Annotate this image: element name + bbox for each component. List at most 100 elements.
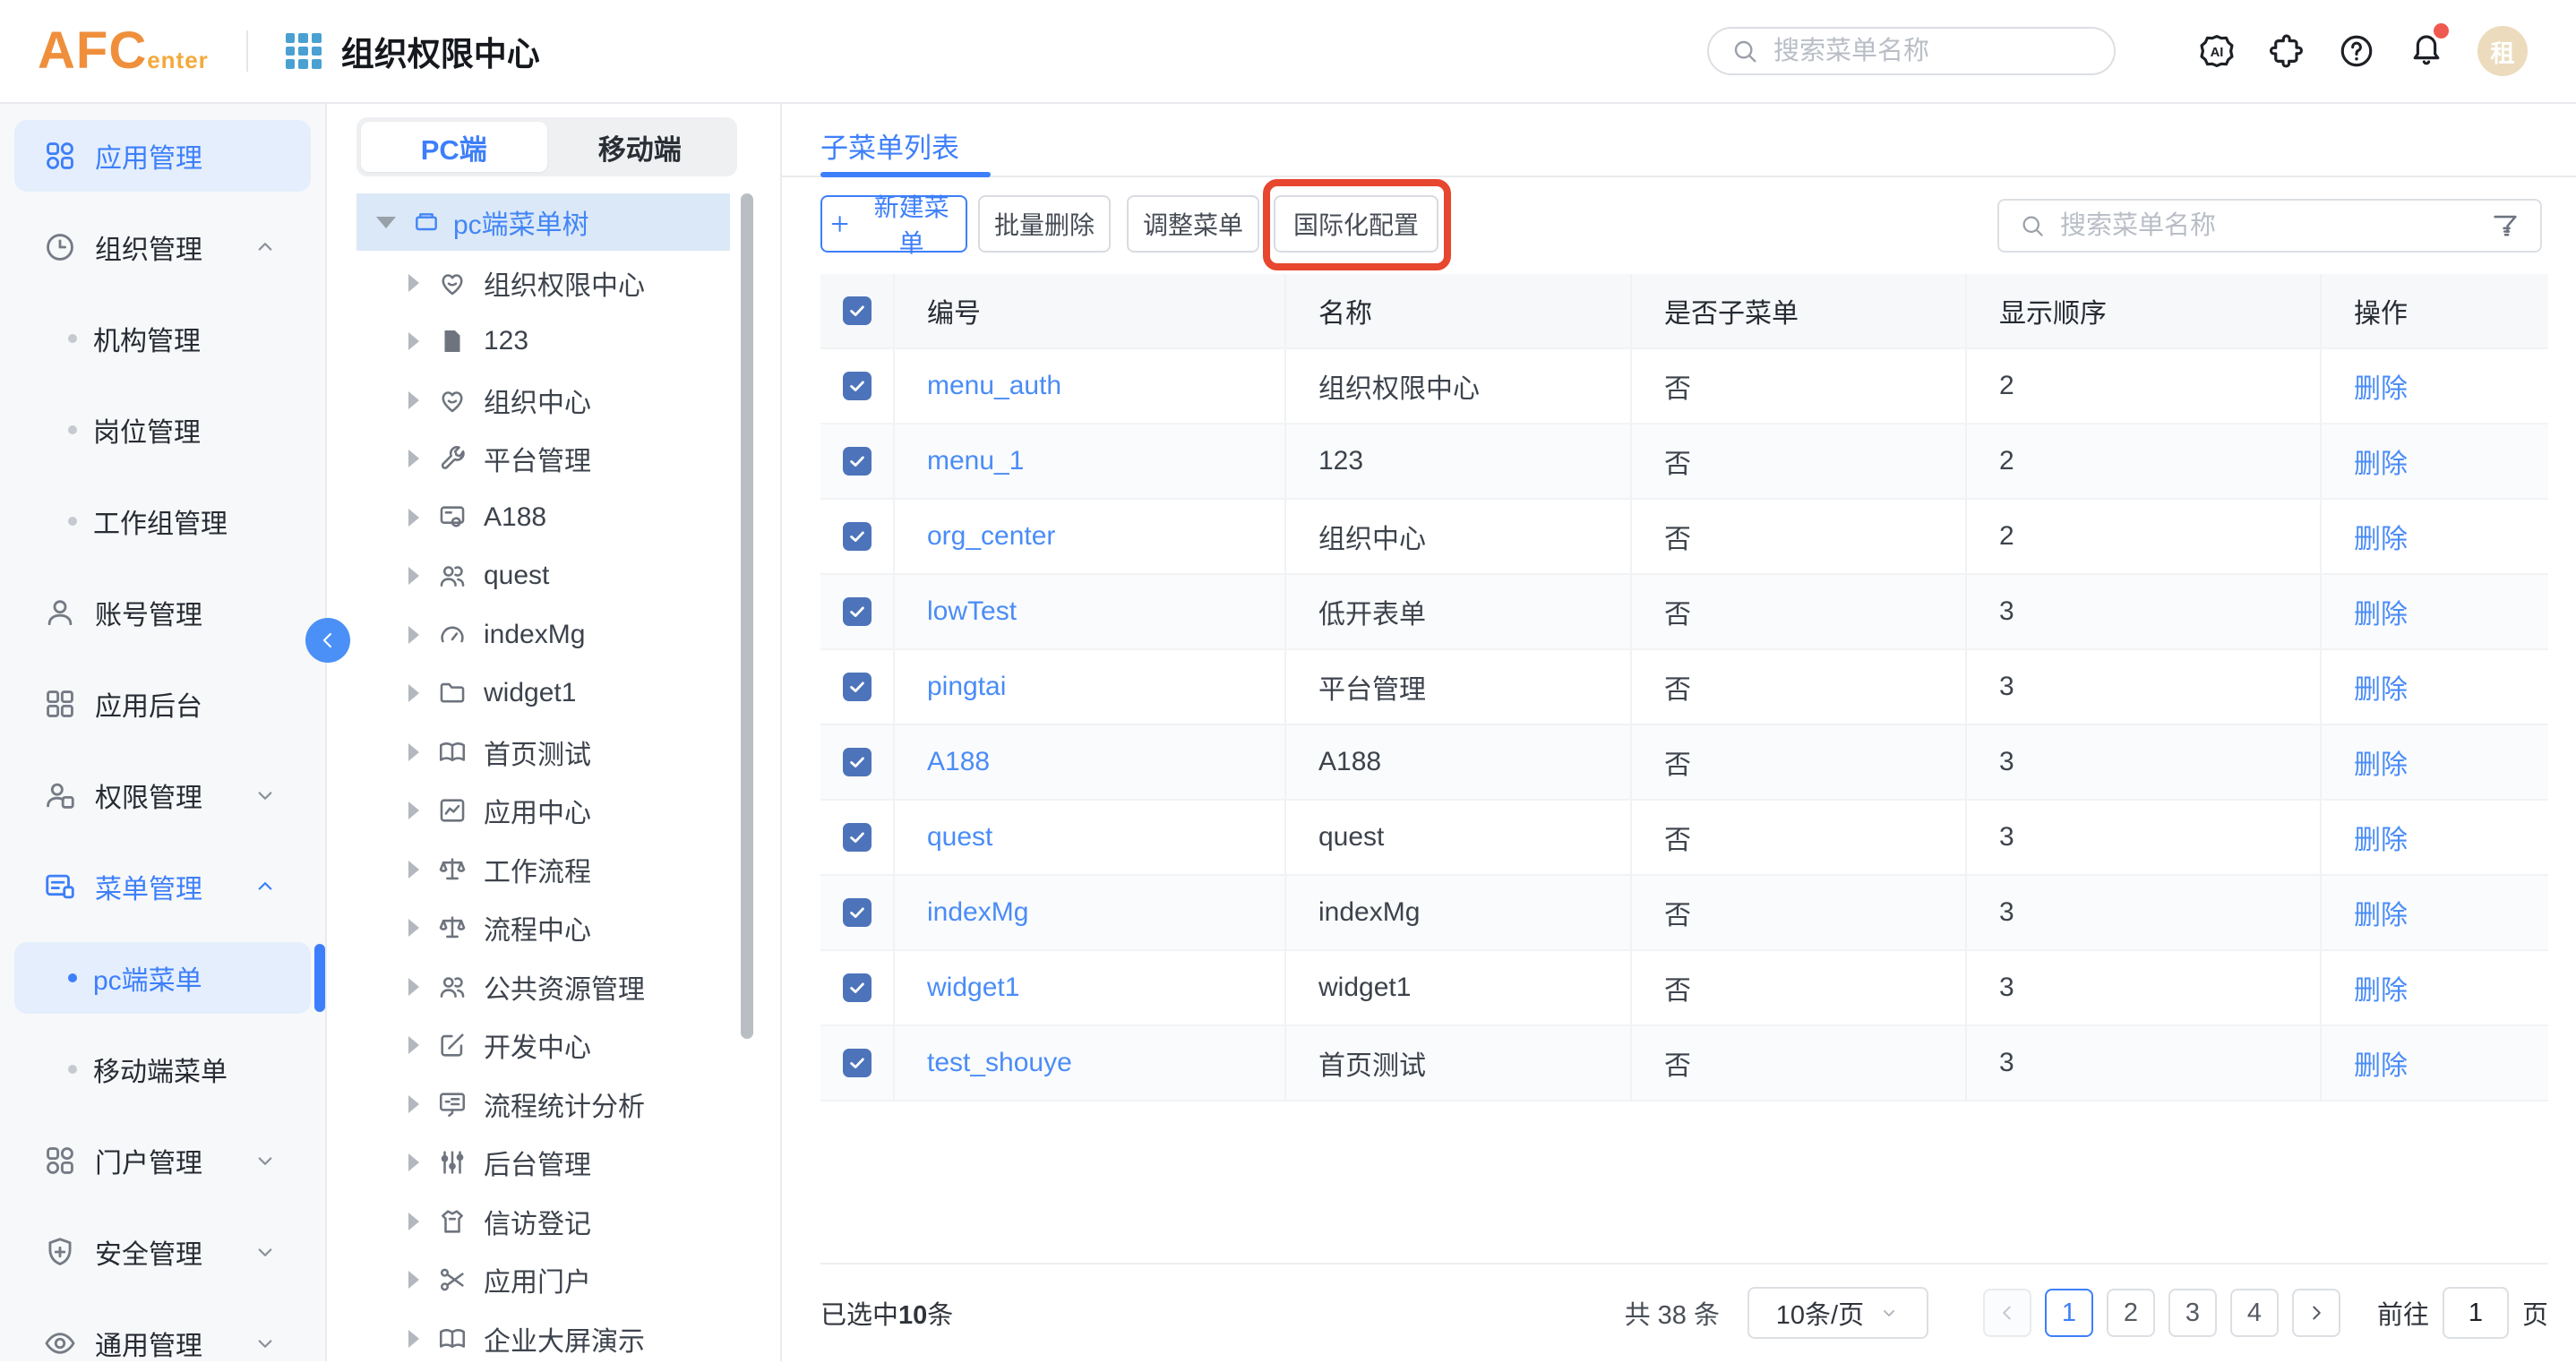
tree-item-14[interactable]: 流程统计分析 (356, 1075, 742, 1134)
caret-right-icon[interactable] (408, 861, 419, 879)
tree-item-8[interactable]: 首页测试 (356, 723, 742, 782)
tab-pc[interactable]: PC端 (361, 122, 547, 172)
tree-item-0[interactable]: 组织权限中心 (356, 253, 742, 313)
row-delete-link[interactable]: 删除 (2354, 968, 2408, 1007)
filter-funnel-icon[interactable] (2490, 210, 2520, 241)
ai-assistant-icon[interactable]: AI (2198, 32, 2236, 70)
caret-right-icon[interactable] (408, 1271, 419, 1289)
caret-right-icon[interactable] (408, 1036, 419, 1054)
row-checkbox-cell[interactable] (820, 725, 893, 799)
caret-right-icon[interactable] (408, 1153, 419, 1171)
caret-right-icon[interactable] (408, 450, 419, 467)
checkbox-checked[interactable] (843, 372, 872, 400)
caret-right-icon[interactable] (408, 509, 419, 527)
caret-right-icon[interactable] (408, 1213, 419, 1230)
caret-right-icon[interactable] (408, 743, 419, 761)
row-checkbox-cell[interactable] (820, 424, 893, 498)
row-code-link[interactable]: lowTest (927, 596, 1017, 627)
table-search-input[interactable] (2058, 210, 2490, 242)
sidebar-item-2[interactable]: 机构管理 (0, 293, 325, 384)
checkbox-checked[interactable] (843, 447, 872, 476)
tree-item-15[interactable]: 后台管理 (356, 1134, 742, 1193)
checkbox-checked[interactable] (843, 973, 872, 1002)
goto-page-input[interactable] (2443, 1287, 2509, 1339)
tree-scrollbar[interactable] (741, 193, 753, 1039)
tree-item-3[interactable]: 平台管理 (356, 430, 742, 489)
tab-mobile[interactable]: 移动端 (547, 122, 734, 172)
row-code-link[interactable]: menu_auth (927, 371, 1061, 401)
row-delete-link[interactable]: 删除 (2354, 441, 2408, 481)
caret-right-icon[interactable] (408, 332, 419, 350)
caret-right-icon[interactable] (408, 626, 419, 644)
tree-item-4[interactable]: A188 (356, 488, 742, 547)
row-delete-link[interactable]: 删除 (2354, 742, 2408, 782)
row-code-link[interactable]: indexMg (927, 897, 1028, 928)
page-button-4[interactable]: 4 (2230, 1289, 2279, 1337)
sidebar-item-11[interactable]: 门户管理 (0, 1115, 325, 1206)
user-avatar[interactable]: 租 (2477, 26, 2528, 76)
tree-item-10[interactable]: 工作流程 (356, 840, 742, 899)
page-button-2[interactable]: 2 (2107, 1289, 2155, 1337)
row-checkbox-cell[interactable] (820, 349, 893, 423)
row-delete-link[interactable]: 删除 (2354, 517, 2408, 556)
row-code-link[interactable]: quest (927, 822, 992, 853)
tree-item-7[interactable]: widget1 (356, 664, 742, 724)
sidebar-item-1[interactable]: 组织管理 (0, 201, 325, 293)
caret-right-icon[interactable] (408, 1095, 419, 1113)
checkbox-checked[interactable] (843, 898, 872, 927)
table-search[interactable] (1997, 199, 2542, 253)
batch-delete-button[interactable]: 批量删除 (978, 195, 1111, 253)
sidebar-item-9[interactable]: pc端菜单 (0, 932, 325, 1024)
caret-right-icon[interactable] (408, 274, 419, 292)
tree-item-13[interactable]: 开发中心 (356, 1016, 742, 1076)
checkbox-checked[interactable] (843, 673, 872, 701)
tree-item-18[interactable]: 企业大屏演示 (356, 1309, 742, 1363)
row-checkbox-cell[interactable] (820, 801, 893, 874)
global-search-input[interactable] (1772, 36, 2092, 67)
checkbox-checked[interactable] (843, 296, 872, 325)
tree-item-9[interactable]: 应用中心 (356, 782, 742, 841)
page-size-select[interactable]: 10条/页 (1747, 1287, 1928, 1339)
row-delete-link[interactable]: 删除 (2354, 893, 2408, 932)
caret-right-icon[interactable] (408, 1330, 419, 1348)
caret-right-icon[interactable] (408, 684, 419, 702)
notification-bell[interactable] (2408, 30, 2445, 73)
sidebar-item-6[interactable]: 应用后台 (0, 658, 325, 750)
sidebar-item-12[interactable]: 安全管理 (0, 1206, 325, 1298)
global-search[interactable] (1707, 27, 2116, 75)
tree-item-5[interactable]: quest (356, 547, 742, 606)
row-checkbox-cell[interactable] (820, 500, 893, 573)
create-menu-button[interactable]: 新建菜单 (820, 195, 967, 253)
row-code-link[interactable]: pingtai (927, 672, 1006, 702)
row-delete-link[interactable]: 删除 (2354, 1043, 2408, 1083)
tree-item-17[interactable]: 应用门户 (356, 1251, 742, 1310)
sidebar-item-10[interactable]: 移动端菜单 (0, 1024, 325, 1115)
checkbox-checked[interactable] (843, 823, 872, 852)
checkbox-checked[interactable] (843, 748, 872, 776)
sidebar-item-4[interactable]: 工作组管理 (0, 476, 325, 567)
sidebar-item-3[interactable]: 岗位管理 (0, 384, 325, 476)
row-delete-link[interactable]: 删除 (2354, 818, 2408, 857)
sidebar-collapse-button[interactable] (305, 618, 350, 663)
page-button-3[interactable]: 3 (2168, 1289, 2217, 1337)
checkbox-checked[interactable] (843, 597, 872, 626)
caret-right-icon[interactable] (408, 978, 419, 996)
i18n-config-button[interactable]: 国际化配置 (1274, 195, 1438, 253)
adjust-menu-button[interactable]: 调整菜单 (1127, 195, 1259, 253)
next-page-button[interactable] (2292, 1289, 2340, 1337)
row-checkbox-cell[interactable] (820, 951, 893, 1024)
row-checkbox-cell[interactable] (820, 575, 893, 648)
row-code-link[interactable]: widget1 (927, 973, 1019, 1003)
row-delete-link[interactable]: 删除 (2354, 366, 2408, 406)
tree-item-16[interactable]: 信访登记 (356, 1192, 742, 1251)
tree-item-1[interactable]: 123 (356, 313, 742, 372)
tree-item-11[interactable]: 流程中心 (356, 899, 742, 958)
header-select-all[interactable] (820, 274, 893, 347)
row-code-link[interactable]: test_shouye (927, 1048, 1072, 1078)
row-checkbox-cell[interactable] (820, 650, 893, 724)
row-code-link[interactable]: A188 (927, 747, 990, 777)
plugin-icon[interactable] (2268, 32, 2306, 70)
checkbox-checked[interactable] (843, 522, 872, 551)
tree-item-12[interactable]: 公共资源管理 (356, 957, 742, 1016)
page-button-1[interactable]: 1 (2045, 1289, 2093, 1337)
